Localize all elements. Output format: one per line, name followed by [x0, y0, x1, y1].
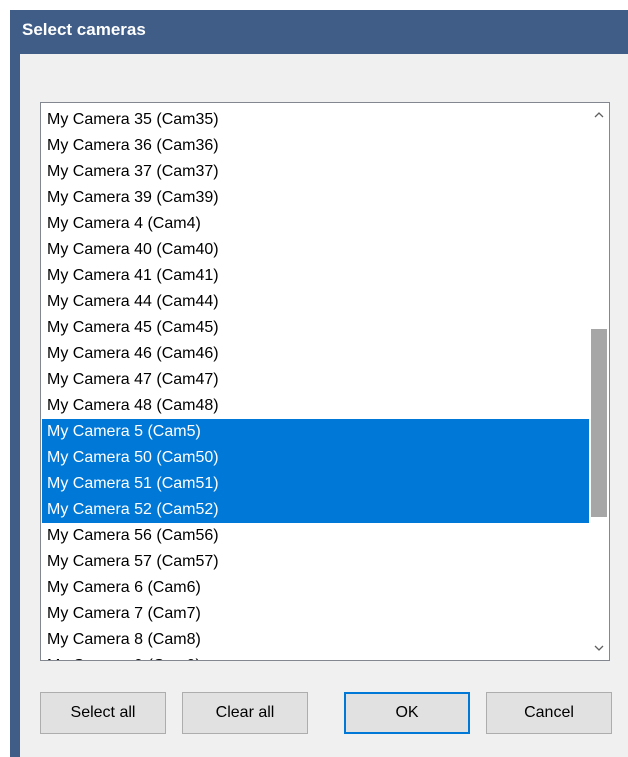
- dialog-left-border: [10, 54, 20, 757]
- camera-list-item[interactable]: My Camera 56 (Cam56): [42, 523, 589, 549]
- clear-all-button[interactable]: Clear all: [182, 692, 308, 734]
- camera-list-item[interactable]: My Camera 46 (Cam46): [42, 341, 589, 367]
- scroll-thumb[interactable]: [591, 329, 607, 517]
- camera-list-item[interactable]: My Camera 39 (Cam39): [42, 185, 589, 211]
- camera-list-item[interactable]: My Camera 41 (Cam41): [42, 263, 589, 289]
- camera-list-item[interactable]: My Camera 57 (Cam57): [42, 549, 589, 575]
- camera-listbox[interactable]: My Camera 35 (Cam35) My Camera 36 (Cam36)…: [40, 102, 610, 661]
- cancel-button[interactable]: Cancel: [486, 692, 612, 734]
- dialog-title: Select cameras: [22, 20, 146, 39]
- select-all-button[interactable]: Select all: [40, 692, 166, 734]
- camera-list-item[interactable]: My Camera 4 (Cam4): [42, 211, 589, 237]
- scroll-track[interactable]: [589, 127, 609, 636]
- camera-list-item[interactable]: My Camera 7 (Cam7): [42, 601, 589, 627]
- camera-list-item[interactable]: My Camera 9 (Cam9): [42, 653, 589, 660]
- ok-button[interactable]: OK: [344, 692, 470, 734]
- camera-list-item[interactable]: My Camera 37 (Cam37): [42, 159, 589, 185]
- camera-list-item[interactable]: My Camera 35 (Cam35): [42, 107, 589, 133]
- camera-list-item[interactable]: My Camera 47 (Cam47): [42, 367, 589, 393]
- camera-list-item[interactable]: My Camera 6 (Cam6): [42, 575, 589, 601]
- camera-list-item[interactable]: My Camera 5 (Cam5): [42, 419, 589, 445]
- scroll-up-button[interactable]: [589, 103, 609, 127]
- chevron-up-icon: [594, 112, 604, 118]
- vertical-scrollbar[interactable]: [589, 103, 609, 660]
- camera-list-item[interactable]: My Camera 36 (Cam36): [42, 133, 589, 159]
- camera-list-item[interactable]: My Camera 48 (Cam48): [42, 393, 589, 419]
- camera-list-item[interactable]: My Camera 50 (Cam50): [42, 445, 589, 471]
- chevron-down-icon: [594, 645, 604, 651]
- scroll-down-button[interactable]: [589, 636, 609, 660]
- camera-list-item[interactable]: My Camera 44 (Cam44): [42, 289, 589, 315]
- camera-list-item[interactable]: My Camera 51 (Cam51): [42, 471, 589, 497]
- camera-list: My Camera 35 (Cam35) My Camera 36 (Cam36)…: [42, 107, 589, 660]
- camera-list-item[interactable]: My Camera 45 (Cam45): [42, 315, 589, 341]
- camera-list-item[interactable]: My Camera 40 (Cam40): [42, 237, 589, 263]
- camera-list-item[interactable]: My Camera 52 (Cam52): [42, 497, 589, 523]
- camera-list-item[interactable]: My Camera 8 (Cam8): [42, 627, 589, 653]
- dialog-title-bar[interactable]: Select cameras: [10, 10, 628, 54]
